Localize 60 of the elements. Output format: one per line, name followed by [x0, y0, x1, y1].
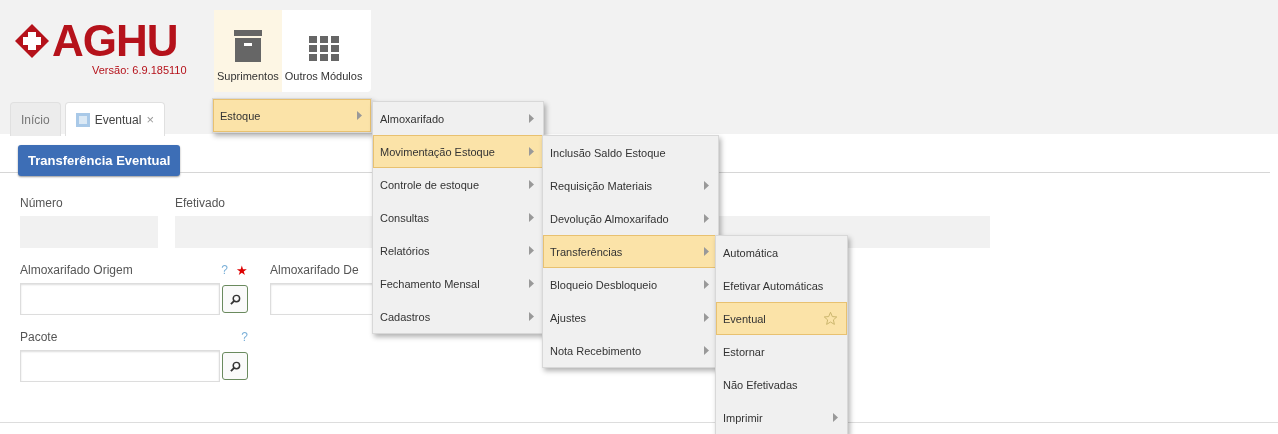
tab[interactable]: Início: [10, 102, 61, 136]
menu-item[interactable]: Requisição Materiais: [543, 169, 718, 202]
menu-item[interactable]: Inclusão Saldo Estoque: [543, 136, 718, 169]
caret-icon: [704, 181, 709, 190]
search-icon: [229, 293, 241, 305]
menu-item[interactable]: Imprimir: [716, 401, 847, 434]
menu-item[interactable]: Não Efetivadas: [716, 368, 847, 401]
caret-icon: [704, 247, 709, 256]
caret-icon: [529, 180, 534, 189]
field-label: Efetivado: [175, 196, 227, 210]
star-icon[interactable]: [823, 311, 838, 326]
page-icon: [75, 112, 90, 127]
field-label: Número: [20, 196, 64, 210]
caret-icon: [704, 280, 709, 289]
caret-icon: [529, 147, 534, 156]
menu-item[interactable]: Estoque: [213, 99, 371, 132]
menu-item[interactable]: Nota Recebimento: [543, 334, 718, 367]
module-button[interactable]: Suprimentos: [214, 10, 282, 92]
field-label: Almoxarifado Origem: [20, 263, 134, 277]
caret-icon: [529, 279, 534, 288]
caret-icon: [529, 246, 534, 255]
menu-item[interactable]: Transferências: [543, 235, 718, 268]
field-label: Almoxarifado De: [270, 263, 360, 277]
module-button[interactable]: Outros Módulos: [281, 10, 366, 92]
menu-item[interactable]: Efetivar Automáticas: [716, 269, 847, 302]
menu-item[interactable]: Estornar: [716, 335, 847, 368]
menu-item[interactable]: Fechamento Mensal: [373, 267, 543, 300]
caret-icon: [529, 312, 534, 321]
input-field[interactable]: [20, 350, 220, 382]
menu-item[interactable]: Relatórios: [373, 234, 543, 267]
lookup-button[interactable]: [222, 352, 248, 380]
page-title-button[interactable]: Transferência Eventual: [18, 144, 181, 176]
menu-item[interactable]: Almoxarifado: [373, 102, 543, 135]
archive-box-icon: [233, 30, 262, 62]
menu-item[interactable]: Controle de estoque: [373, 168, 543, 201]
caret-icon: [704, 313, 709, 322]
caret-icon: [833, 413, 838, 422]
tab[interactable]: Eventual ×: [64, 102, 165, 136]
search-icon: [229, 360, 241, 372]
required-icon: ★: [236, 262, 248, 278]
grid-icon: [308, 36, 339, 62]
version-label: Versão: 6.9.185110: [92, 64, 188, 76]
menu-item[interactable]: Movimentação Estoque: [373, 135, 543, 168]
menu-item[interactable]: Automática: [716, 236, 847, 269]
menu-item[interactable]: Eventual: [716, 302, 847, 335]
lookup-button[interactable]: [222, 285, 248, 313]
logo-text: AGHU: [52, 18, 178, 64]
field-label: Pacote: [20, 330, 59, 344]
caret-icon: [704, 214, 709, 223]
menu-item[interactable]: Cadastros: [373, 300, 543, 333]
menu-item[interactable]: Devolução Almoxarifado: [543, 202, 718, 235]
logo-icon: [14, 23, 50, 59]
caret-icon: [704, 346, 709, 355]
input-field[interactable]: [20, 283, 220, 315]
menu-item[interactable]: Bloqueio Desbloqueio: [543, 268, 718, 301]
caret-icon: [529, 114, 534, 123]
menu-item[interactable]: Consultas: [373, 201, 543, 234]
caret-icon: [357, 111, 362, 120]
caret-icon: [529, 213, 534, 222]
menu-item[interactable]: Ajustes: [543, 301, 718, 334]
